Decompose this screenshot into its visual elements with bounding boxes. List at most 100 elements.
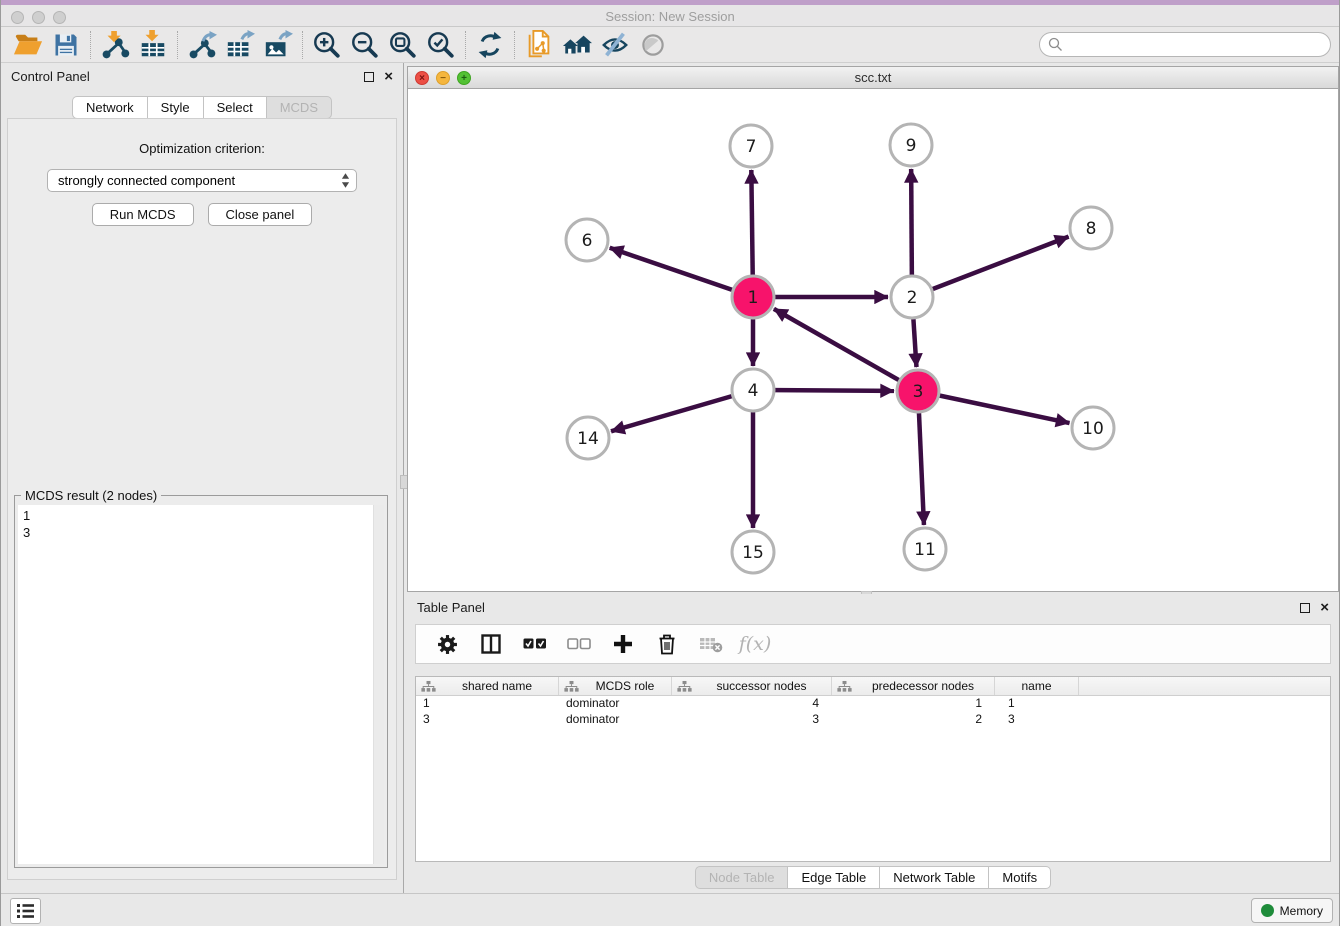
graph-node-label-3: 3 — [913, 382, 924, 402]
column-header-MCDS-role[interactable]: MCDS role — [559, 677, 672, 695]
column-header-successor-nodes[interactable]: successor nodes — [672, 677, 832, 695]
column-header-label: MCDS role — [579, 679, 671, 693]
graph-node-label-7: 7 — [746, 137, 757, 157]
table-cell[interactable]: 3 — [995, 712, 1079, 728]
export-table-button[interactable] — [221, 29, 259, 61]
table-cell[interactable]: 1 — [995, 696, 1079, 712]
result-scrollbar[interactable] — [373, 505, 384, 864]
dropdown-value: strongly connected component — [58, 173, 341, 188]
column-header-name[interactable]: name — [995, 677, 1079, 695]
clone-network-icon — [524, 30, 554, 60]
control-tab-style[interactable]: Style — [147, 96, 203, 119]
network-graph[interactable]: 7968124314101511 — [408, 89, 1338, 590]
graph-node-label-10: 10 — [1082, 419, 1104, 439]
column-header-predecessor-nodes[interactable]: predecessor nodes — [832, 677, 995, 695]
shared-column-icon — [564, 680, 579, 693]
graph-node-label-8: 8 — [1086, 219, 1097, 239]
table-tabs: Node TableEdge TableNetwork TableMotifs — [407, 866, 1339, 889]
table-row[interactable]: 1dominator411 — [416, 696, 1330, 712]
import-table-button[interactable] — [134, 29, 172, 61]
table-toolbar: f(x) — [415, 624, 1331, 664]
table-cell[interactable]: 4 — [672, 696, 832, 712]
select-all-columns-button[interactable] — [518, 628, 552, 660]
table-cell[interactable]: 3 — [416, 712, 559, 728]
table-panel: Table Panel × — [407, 594, 1339, 893]
session-title: Session: New Session — [1, 9, 1339, 24]
table-tab-node-table[interactable]: Node Table — [695, 866, 788, 889]
show-column-button[interactable] — [474, 628, 508, 660]
network-canvas[interactable]: 7968124314101511 — [407, 89, 1339, 592]
control-tab-select[interactable]: Select — [203, 96, 266, 119]
float-panel-icon[interactable] — [364, 72, 374, 82]
houses-button[interactable] — [558, 29, 596, 61]
zoom-out-button[interactable] — [346, 29, 384, 61]
column-header-shared-name[interactable]: shared name — [416, 677, 559, 695]
clone-network-button[interactable] — [520, 29, 558, 61]
control-panel-tabs: NetworkStyleSelectMCDS — [1, 96, 403, 119]
close-panel-button[interactable]: Close panel — [208, 203, 313, 226]
task-history-button[interactable] — [10, 898, 41, 924]
graph-node-label-15: 15 — [742, 543, 764, 563]
refresh-icon — [476, 31, 504, 59]
search-input[interactable] — [1068, 37, 1322, 52]
trash-icon — [656, 633, 678, 655]
export-image-button[interactable] — [259, 29, 297, 61]
graph-node-label-2: 2 — [907, 288, 918, 308]
table-cell[interactable]: dominator — [559, 712, 672, 728]
save-floppy-icon — [52, 31, 80, 59]
create-column-button[interactable] — [606, 628, 640, 660]
save-session-button[interactable] — [47, 29, 85, 61]
table-cell[interactable]: dominator — [559, 696, 672, 712]
graph-edge-2-8[interactable] — [912, 237, 1069, 297]
table-tab-edge-table[interactable]: Edge Table — [787, 866, 879, 889]
table-cell[interactable]: 3 — [672, 712, 832, 728]
table-tab-motifs[interactable]: Motifs — [988, 866, 1051, 889]
run-mcds-button[interactable]: Run MCDS — [92, 203, 194, 226]
zoom-selected-button[interactable] — [422, 29, 460, 61]
delete-columns-button[interactable] — [650, 628, 684, 660]
stepper-icon — [341, 173, 350, 188]
columns-icon — [481, 634, 501, 654]
zoom-fit-icon — [388, 30, 418, 60]
shared-column-icon — [421, 680, 436, 693]
table-cell[interactable]: 1 — [832, 696, 995, 712]
table-row[interactable]: 3dominator323 — [416, 712, 1330, 728]
delete-table-button[interactable] — [694, 628, 728, 660]
table-cell[interactable]: 2 — [832, 712, 995, 728]
import-network-button[interactable] — [96, 29, 134, 61]
show-graphics-details-button[interactable] — [596, 29, 634, 61]
graph-edge-3-10[interactable] — [918, 391, 1070, 423]
optimization-criterion-dropdown[interactable]: strongly connected component — [47, 169, 357, 192]
toolbar-separator — [90, 31, 91, 59]
table-panel-title: Table Panel — [417, 600, 485, 615]
search-icon — [1048, 37, 1063, 52]
table-tab-network-table[interactable]: Network Table — [879, 866, 988, 889]
close-panel-icon[interactable]: × — [384, 72, 393, 82]
close-table-panel-icon[interactable]: × — [1320, 603, 1329, 613]
memory-button[interactable]: Memory — [1251, 898, 1333, 923]
mcds-result-text[interactable]: 13 — [18, 505, 373, 864]
eye-disabled-button[interactable] — [634, 29, 672, 61]
table-cell[interactable]: 1 — [416, 696, 559, 712]
column-header-label: successor nodes — [692, 679, 831, 693]
control-tab-mcds[interactable]: MCDS — [266, 96, 332, 119]
export-network-button[interactable] — [183, 29, 221, 61]
control-tab-network[interactable]: Network — [72, 96, 147, 119]
refresh-view-button[interactable] — [471, 29, 509, 61]
table-header-row: shared name MCDS role successor nodesprede… — [416, 677, 1330, 696]
column-header-label: shared name — [436, 679, 558, 693]
network-window-titlebar[interactable]: × − + scc.txt — [407, 66, 1339, 89]
network-window: × − + scc.txt 7968124314101511 — [407, 66, 1339, 592]
graph-edge-1-6[interactable] — [610, 248, 753, 297]
application-window: Session: New Session — [0, 0, 1340, 926]
float-table-panel-icon[interactable] — [1300, 603, 1310, 613]
function-builder-button[interactable]: f(x) — [738, 628, 772, 660]
node-table[interactable]: shared name MCDS role successor nodesprede… — [415, 676, 1331, 862]
open-session-button[interactable] — [9, 29, 47, 61]
control-panel-header: Control Panel × — [1, 63, 403, 90]
table-mode-button[interactable] — [430, 628, 464, 660]
graph-edge-3-1[interactable] — [774, 309, 918, 391]
unselect-all-columns-button[interactable] — [562, 628, 596, 660]
zoom-in-button[interactable] — [308, 29, 346, 61]
zoom-fit-button[interactable] — [384, 29, 422, 61]
